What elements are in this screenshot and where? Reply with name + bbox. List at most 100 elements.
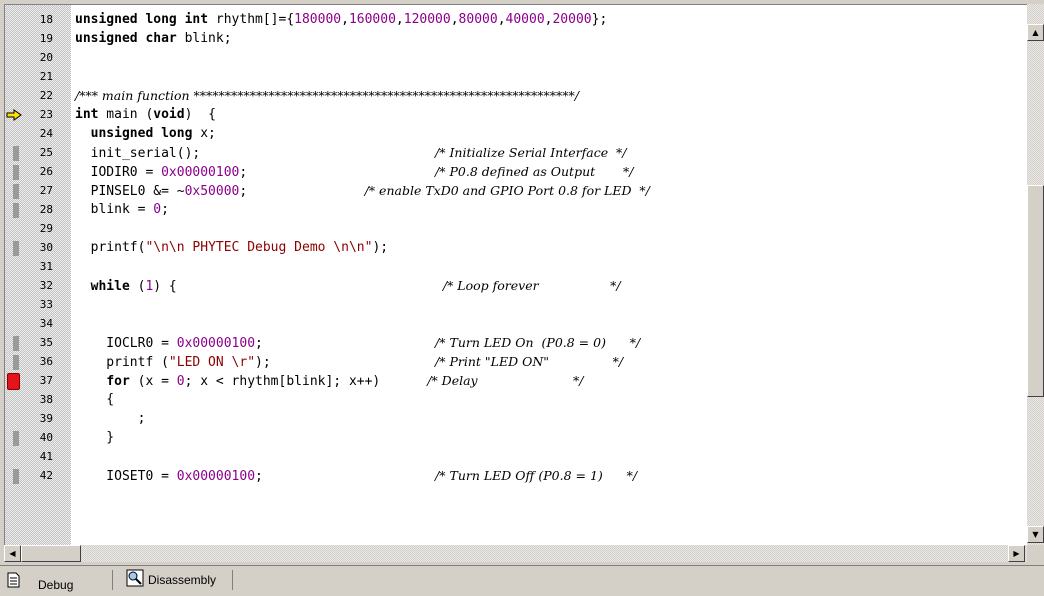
code-line[interactable]: 32 while (1) { /* Loop forever */ xyxy=(5,277,1028,296)
line-number: 18 xyxy=(39,13,53,26)
scroll-down-arrow-icon[interactable]: ▼ xyxy=(1027,526,1044,543)
code-text: } xyxy=(75,430,114,446)
code-view[interactable]: 18 unsigned long int rhythm[]={180000,160… xyxy=(4,4,1028,546)
comment-token: /* Turn LED Off (P0.8 = 1) */ xyxy=(435,468,638,483)
number-token: 0 xyxy=(176,374,185,389)
keyword-token: int xyxy=(75,107,99,122)
code-line[interactable]: 18 unsigned long int rhythm[]={180000,160… xyxy=(5,11,1028,30)
code-line[interactable]: 35 IOCLR0 = 0x00000100; /* Turn LED On (… xyxy=(5,334,1028,353)
code-token: blink = xyxy=(75,202,154,217)
keyword-token: while xyxy=(90,279,130,294)
code-line[interactable]: 26 IODIR0 = 0x00000100; /* P0.8 defined … xyxy=(5,163,1028,182)
line-number: 20 xyxy=(39,51,53,64)
code-line[interactable]: 37 for (x = 0; x < rhythm[blink]; x++) /… xyxy=(5,372,1028,391)
line-number: 31 xyxy=(39,260,53,273)
line-number: 33 xyxy=(39,298,53,311)
scrollbar-corner xyxy=(1027,545,1044,562)
code-line[interactable]: 30 printf("\n\n PHYTEC Debug Demo \n\n")… xyxy=(5,239,1028,258)
code-token: x; xyxy=(192,126,216,141)
number-token: 0x00000100 xyxy=(176,469,256,484)
code-token: ) { xyxy=(184,107,216,122)
code-token: ; xyxy=(75,411,146,426)
document-icon xyxy=(7,572,20,588)
number-token: 40000 xyxy=(505,12,545,27)
code-line[interactable]: 23 int main (void) { xyxy=(5,106,1028,125)
code-line[interactable]: 42 IOSET0 = 0x00000100; /* Turn LED Off … xyxy=(5,467,1028,486)
code-line[interactable]: 38 { xyxy=(5,391,1028,410)
code-text: for (x = 0; x < rhythm[blink]; x++) /* D… xyxy=(75,373,583,390)
code-line[interactable]: 31 xyxy=(5,258,1028,277)
code-token: ) { xyxy=(153,279,443,294)
code-token: , xyxy=(395,12,404,27)
line-number: 40 xyxy=(39,431,53,444)
line-number: 38 xyxy=(39,393,53,406)
code-token: printf ( xyxy=(75,355,169,370)
code-text: PINSEL0 &= ~0x50000; /* enable TxD0 and … xyxy=(75,183,650,200)
code-text: init_serial(); /* Initialize Serial Inte… xyxy=(75,145,627,162)
code-token: ; x < rhythm[blink]; x++) xyxy=(184,374,428,389)
code-line[interactable]: 19 unsigned char blink; xyxy=(5,30,1028,49)
code-line[interactable]: 24 unsigned long x; xyxy=(5,125,1028,144)
code-token: init_serial(); xyxy=(75,146,436,161)
code-token: ( xyxy=(129,279,146,294)
code-text: printf("\n\n PHYTEC Debug Demo \n\n"); xyxy=(75,240,388,256)
horizontal-scrollbar[interactable]: ◀ ▶ xyxy=(4,545,1027,562)
code-line[interactable]: 21 xyxy=(5,68,1028,87)
code-line[interactable]: 41 xyxy=(5,448,1028,467)
keyword-token: for xyxy=(106,374,130,389)
number-token: 160000 xyxy=(348,12,396,27)
horizontal-scroll-thumb[interactable] xyxy=(21,545,81,562)
comment-token: /* Initialize Serial Interface */ xyxy=(435,145,627,160)
line-number: 30 xyxy=(39,241,53,254)
line-number: 26 xyxy=(39,165,53,178)
line-number: 42 xyxy=(39,469,53,482)
code-text: while (1) { /* Loop forever */ xyxy=(75,278,621,295)
executable-line-marker xyxy=(13,431,19,446)
code-line[interactable]: 33 xyxy=(5,296,1028,315)
line-number: 37 xyxy=(39,374,53,387)
comment-token: /* P0.8 defined as Output */ xyxy=(435,164,634,179)
code-token: , xyxy=(497,12,506,27)
number-token: 0x50000 xyxy=(184,184,240,199)
number-token: 0 xyxy=(153,202,162,217)
code-line[interactable]: 28 blink = 0; xyxy=(5,201,1028,220)
vertical-scrollbar[interactable]: ▲ ▼ xyxy=(1027,4,1044,545)
tab-divider xyxy=(112,570,113,590)
code-text: unsigned long x; xyxy=(75,126,216,142)
line-number: 24 xyxy=(39,127,53,140)
code-token: blink; xyxy=(176,31,232,46)
scroll-up-arrow-icon[interactable]: ▲ xyxy=(1027,24,1044,41)
code-token: IODIR0 = xyxy=(75,165,162,180)
code-token: rhythm[]={ xyxy=(208,12,295,27)
code-line[interactable]: 34 xyxy=(5,315,1028,334)
string-token: "\n\n PHYTEC Debug Demo \n\n" xyxy=(145,240,373,255)
tab-disassembly-label: Disassembly xyxy=(148,573,217,587)
code-text: IOCLR0 = 0x00000100; /* Turn LED On (P0.… xyxy=(75,335,640,352)
code-line[interactable]: 29 xyxy=(5,220,1028,239)
scroll-left-arrow-icon[interactable]: ◀ xyxy=(4,545,21,562)
tab-disassembly[interactable]: Disassembly xyxy=(122,569,232,591)
number-token: 20000 xyxy=(552,12,592,27)
tab-debug[interactable]: Debug xyxy=(6,569,73,592)
code-line[interactable]: 39 ; xyxy=(5,410,1028,429)
code-text: { xyxy=(75,392,114,408)
code-token: } xyxy=(75,430,115,445)
scroll-right-arrow-icon[interactable]: ▶ xyxy=(1008,545,1025,562)
code-text: unsigned long int rhythm[]={180000,16000… xyxy=(75,12,607,28)
code-line[interactable]: 27 PINSEL0 &= ~0x50000; /* enable TxD0 a… xyxy=(5,182,1028,201)
code-line[interactable]: 25 init_serial(); /* Initialize Serial I… xyxy=(5,144,1028,163)
executable-line-marker xyxy=(13,165,19,180)
code-line[interactable]: 20 xyxy=(5,49,1028,68)
comment-token: /* Turn LED On (P0.8 = 0) */ xyxy=(435,335,641,350)
code-line[interactable]: 40 } xyxy=(5,429,1028,448)
line-number: 27 xyxy=(39,184,53,197)
code-token: ; xyxy=(255,469,436,484)
breakpoint-icon[interactable] xyxy=(7,373,20,390)
code-line[interactable]: 22 /*** main function *******************… xyxy=(5,87,1028,106)
code-line[interactable]: 36 printf ("LED ON \r"); /* Print "LED O… xyxy=(5,353,1028,372)
code-token: ; xyxy=(239,184,365,199)
code-token: IOCLR0 = xyxy=(75,336,177,351)
code-token: printf( xyxy=(75,240,146,255)
vertical-scroll-thumb[interactable] xyxy=(1027,185,1044,397)
